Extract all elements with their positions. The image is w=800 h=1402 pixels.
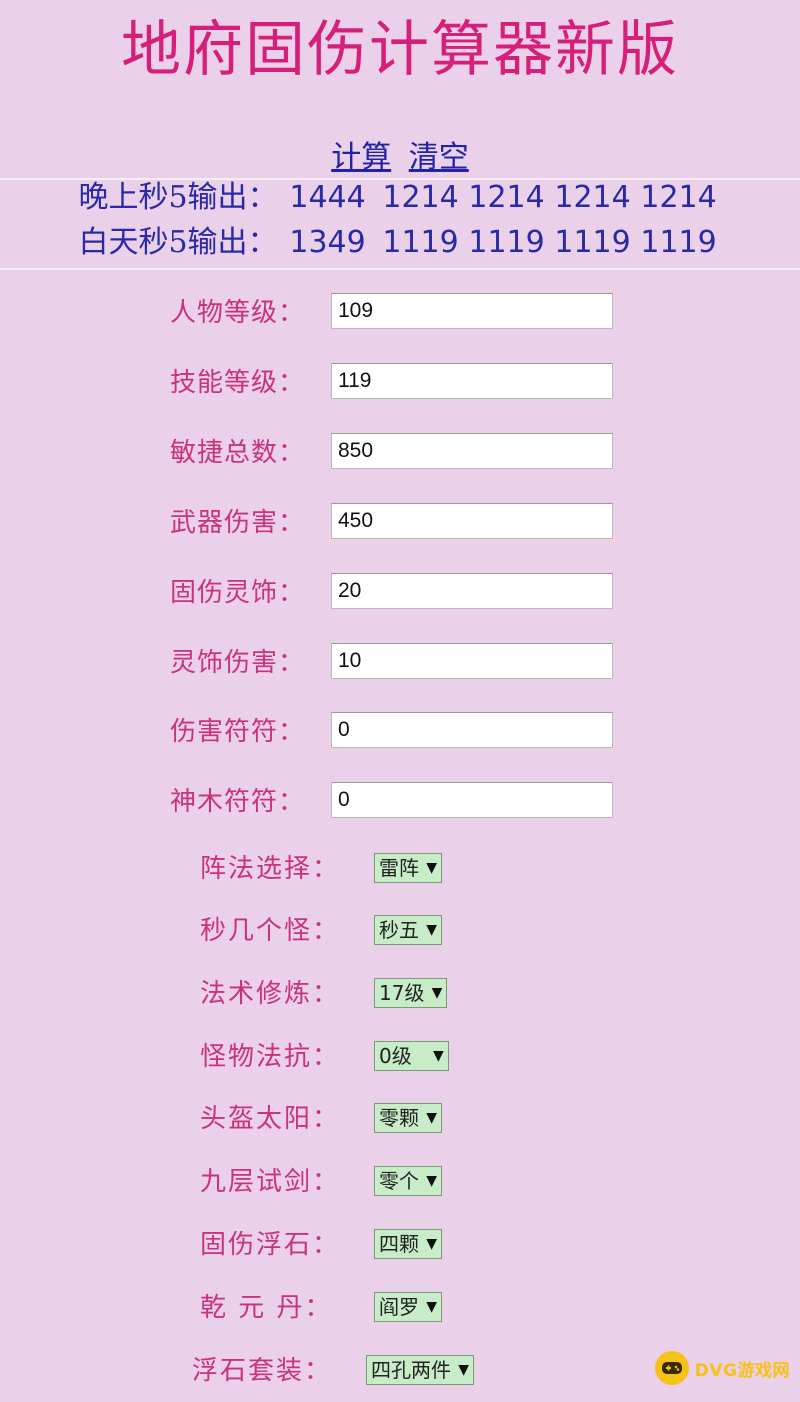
select-label: 阵法选择： — [200, 854, 341, 884]
fixed-damage-stone-select[interactable]: 四颗 ▼ — [374, 1229, 442, 1259]
field-label: 敏捷总数： — [170, 438, 306, 468]
day-output-value: 1119 — [640, 225, 717, 260]
select-value: 雷阵 — [379, 856, 419, 880]
qianyuan-dan-select[interactable]: 阎罗 ▼ — [374, 1292, 442, 1322]
chevron-down-icon: ▼ — [426, 1110, 437, 1126]
damage-talisman-input[interactable] — [331, 712, 613, 748]
field-label: 武器伤害： — [170, 508, 306, 538]
watermark-text: DVG游戏网 — [694, 1360, 790, 1381]
action-links: 计算 清空 — [0, 138, 800, 178]
night-output-label: 晚上秒5输出： — [78, 180, 278, 215]
select-row-target-count: 秒几个怪： 秒五 ▼ — [0, 913, 800, 953]
select-row-monster-resist: 怪物法抗： 0级 ▼ — [0, 1039, 800, 1079]
chevron-down-icon: ▼ — [458, 1362, 469, 1378]
night-output-value: 1444 — [289, 180, 366, 215]
gamepad-icon — [654, 1351, 689, 1385]
select-label: 固伤浮石： — [200, 1230, 341, 1260]
select-label: 九层试剑： — [200, 1167, 341, 1197]
day-output-value: 1119 — [554, 225, 631, 260]
select-label: 浮石套装： — [192, 1356, 333, 1386]
stone-set-select[interactable]: 四孔两件 ▼ — [366, 1355, 474, 1385]
select-value: 零颗 — [379, 1106, 419, 1130]
helmet-sun-select[interactable]: 零颗 ▼ — [374, 1103, 442, 1133]
divine-wood-talisman-input[interactable] — [331, 782, 613, 818]
field-character-level: 人物等级： — [0, 293, 800, 333]
day-output-row: 白天秒5输出： 1349 1119 1119 1119 1119 — [0, 223, 800, 263]
watermark: DVG游戏网 — [654, 1348, 790, 1388]
fixed-damage-ornament-input[interactable] — [331, 573, 613, 609]
chevron-down-icon: ▼ — [426, 1236, 437, 1252]
chevron-down-icon: ▼ — [426, 860, 437, 876]
field-skill-level: 技能等级： — [0, 363, 800, 403]
night-output-row: 晚上秒5输出： 1444 1214 1214 1214 1214 — [0, 178, 800, 218]
select-value: 阎罗 — [379, 1295, 419, 1319]
chevron-down-icon: ▼ — [431, 985, 443, 1001]
field-weapon-damage: 武器伤害： — [0, 503, 800, 543]
nine-layer-sword-select[interactable]: 零个 ▼ — [374, 1166, 442, 1196]
field-label: 人物等级： — [170, 298, 306, 328]
select-value: 四孔两件 — [371, 1358, 451, 1382]
select-value: 秒五 — [379, 918, 419, 942]
night-output-value: 1214 — [640, 180, 717, 215]
chevron-down-icon: ▼ — [426, 1173, 437, 1189]
formation-select[interactable]: 雷阵 ▼ — [374, 853, 442, 883]
field-fixed-damage-ornament: 固伤灵饰： — [0, 573, 800, 613]
calculate-link[interactable]: 计算 — [331, 140, 391, 175]
field-ornament-damage: 灵饰伤害： — [0, 643, 800, 683]
field-agility-total: 敏捷总数： — [0, 433, 800, 473]
field-label: 灵饰伤害： — [170, 648, 306, 678]
field-damage-talisman: 伤害符符： — [0, 712, 800, 752]
day-output-value: 1349 — [289, 225, 366, 260]
ornament-damage-input[interactable] — [331, 643, 613, 679]
page-title: 地府固伤计算器新版 — [121, 15, 679, 85]
select-value: 四颗 — [379, 1232, 419, 1256]
field-label: 技能等级： — [170, 368, 306, 398]
select-row-qianyuan-dan: 乾 元 丹： 阎罗 ▼ — [0, 1290, 800, 1330]
night-output-value: 1214 — [382, 180, 459, 215]
day-output-label: 白天秒5输出： — [78, 225, 278, 260]
night-output-value: 1214 — [554, 180, 631, 215]
select-value: 0级 — [379, 1044, 412, 1068]
select-label: 秒几个怪： — [200, 916, 341, 946]
monster-resist-select[interactable]: 0级 ▼ — [374, 1041, 449, 1071]
night-output-value: 1214 — [468, 180, 545, 215]
skill-level-input[interactable] — [331, 363, 613, 399]
select-label: 头盔太阳： — [200, 1104, 341, 1134]
agility-total-input[interactable] — [331, 433, 613, 469]
select-label: 乾 元 丹： — [200, 1293, 333, 1323]
select-value: 零个 — [379, 1169, 419, 1193]
field-label: 神木符符： — [170, 787, 306, 817]
chevron-down-icon: ▼ — [426, 922, 437, 938]
select-value: 17级 — [379, 981, 425, 1005]
weapon-damage-input[interactable] — [331, 503, 613, 539]
select-label: 法术修炼： — [200, 979, 341, 1009]
character-level-input[interactable] — [331, 293, 613, 329]
results-bottom-divider — [0, 268, 800, 270]
select-row-helmet-sun: 头盔太阳： 零颗 ▼ — [0, 1101, 800, 1141]
select-row-fixed-damage-stone: 固伤浮石： 四颗 ▼ — [0, 1227, 800, 1267]
select-row-spell-cultivation: 法术修炼： 17级 ▼ — [0, 976, 800, 1016]
target-count-select[interactable]: 秒五 ▼ — [374, 915, 442, 945]
chevron-down-icon: ▼ — [432, 1048, 444, 1064]
select-row-nine-layer-sword: 九层试剑： 零个 ▼ — [0, 1164, 800, 1204]
field-label: 固伤灵饰： — [170, 578, 306, 608]
spell-cultivation-select[interactable]: 17级 ▼ — [374, 978, 448, 1008]
select-row-formation: 阵法选择： 雷阵 ▼ — [0, 851, 800, 891]
field-label: 伤害符符： — [170, 717, 306, 747]
select-label: 怪物法抗： — [200, 1042, 341, 1072]
clear-link[interactable]: 清空 — [409, 140, 469, 175]
chevron-down-icon: ▼ — [426, 1299, 437, 1315]
day-output-value: 1119 — [468, 225, 545, 260]
field-divine-wood-talisman: 神木符符： — [0, 782, 800, 822]
day-output-value: 1119 — [382, 225, 459, 260]
